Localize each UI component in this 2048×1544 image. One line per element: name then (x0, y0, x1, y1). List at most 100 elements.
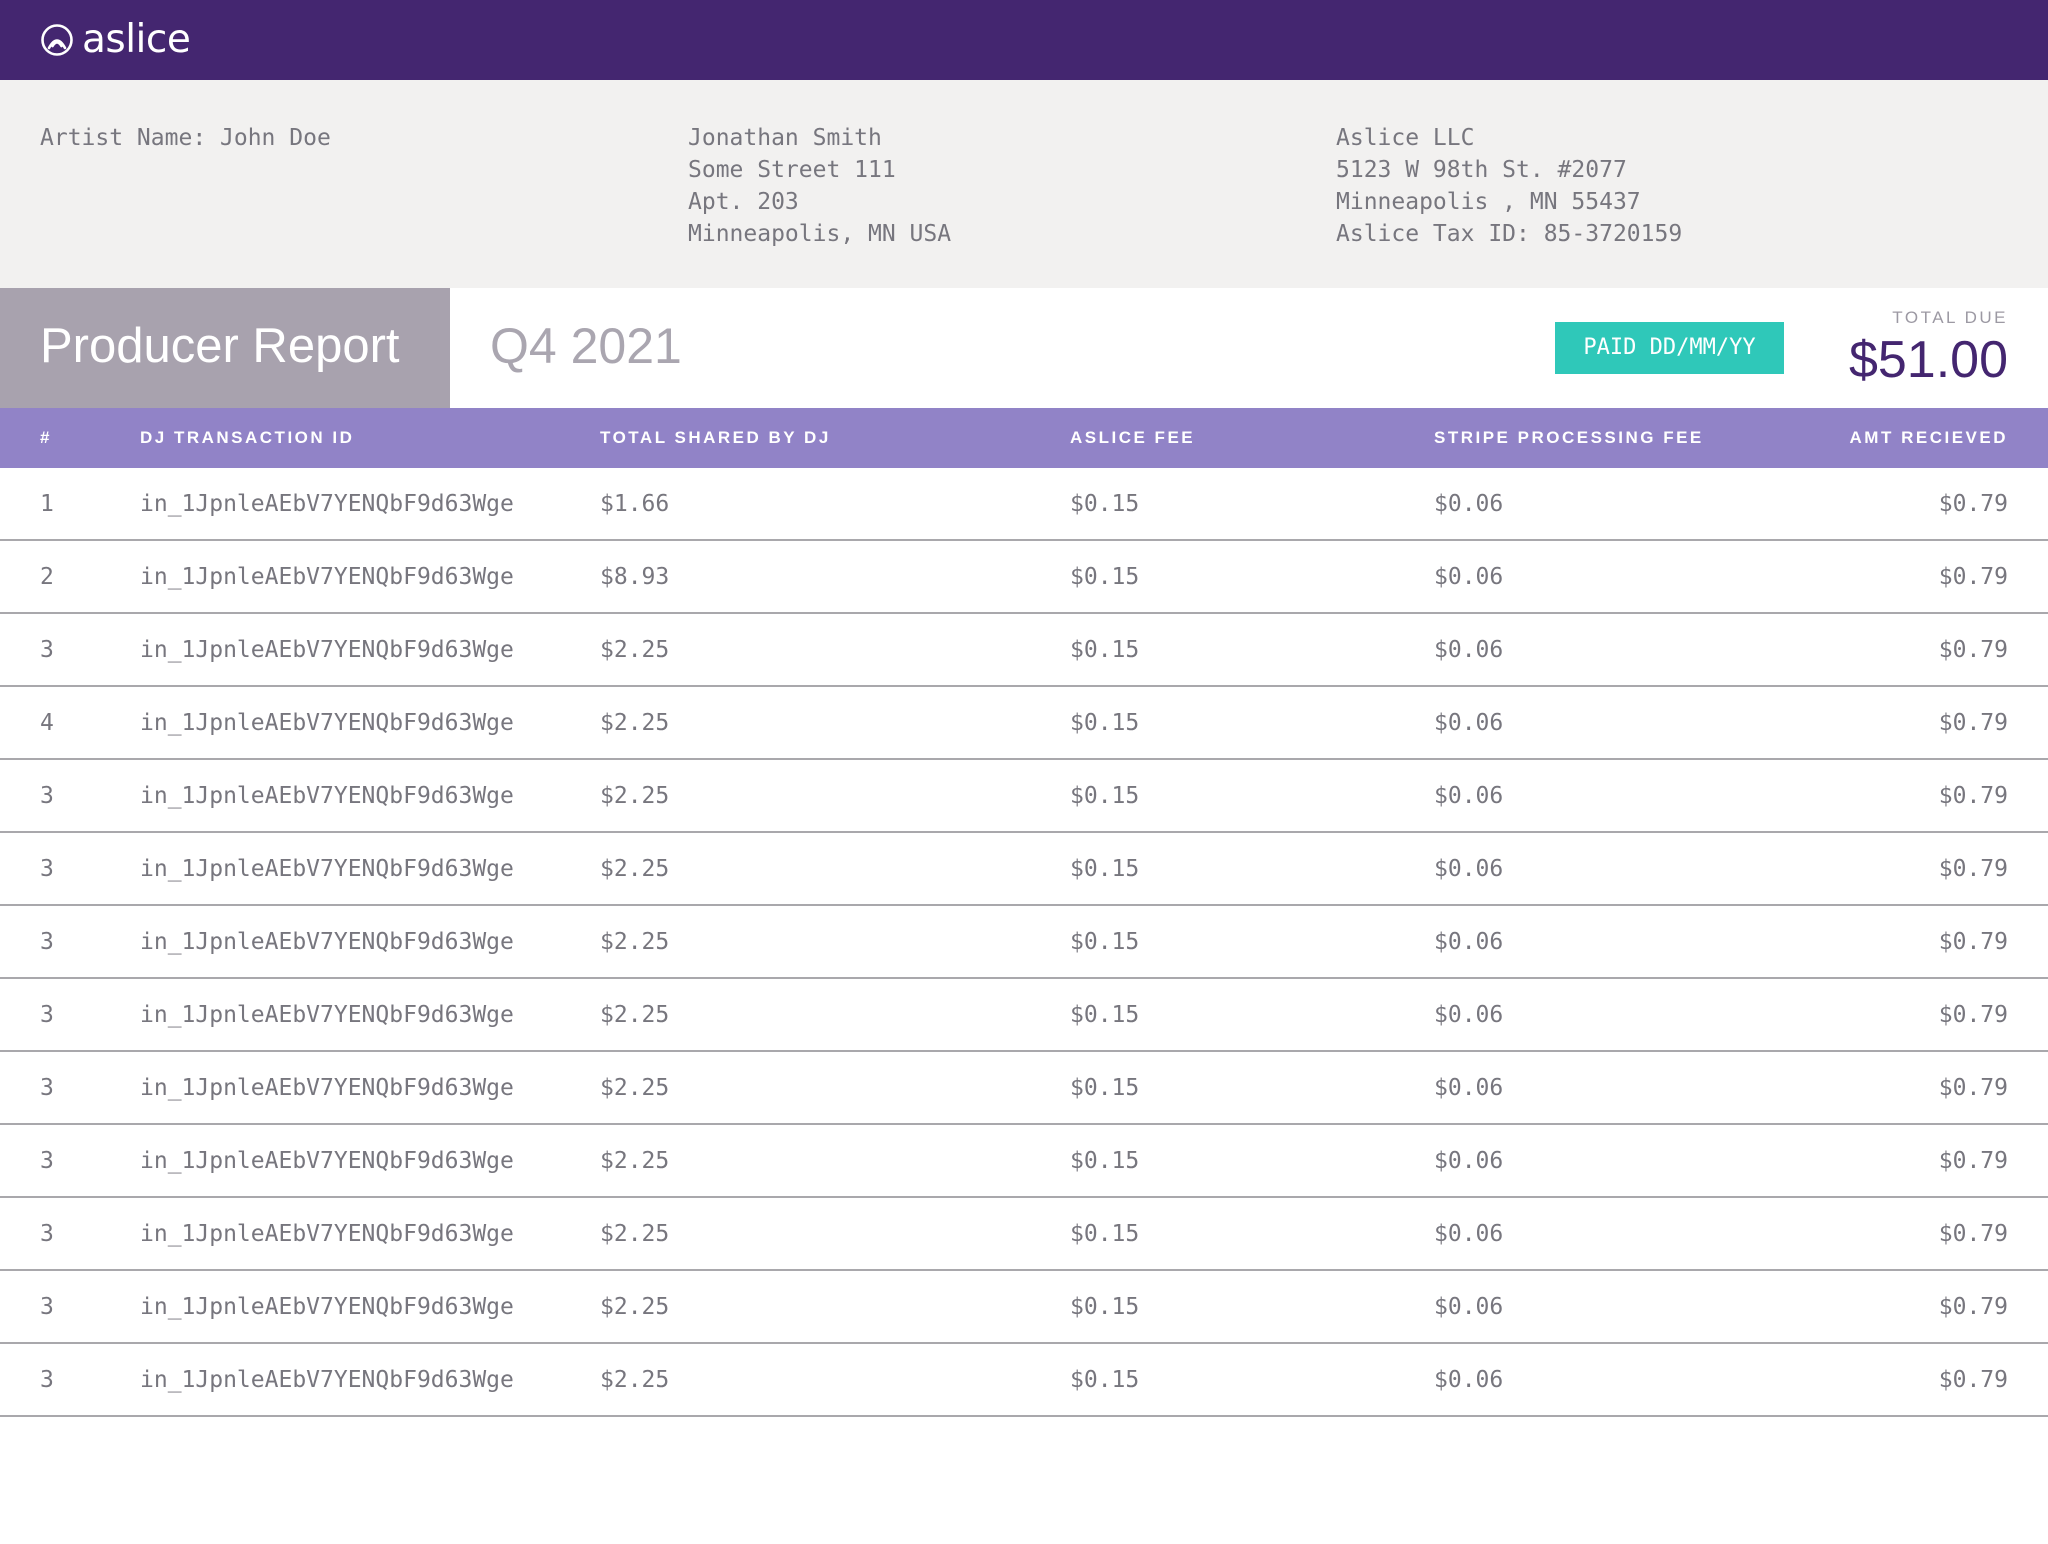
cell-number: 3 (40, 929, 54, 955)
cell-transaction-id: in_1JpnleAEbV7YENQbF9d63Wge (140, 1221, 514, 1247)
cell-stripe-fee: $0.06 (1434, 637, 1504, 663)
cell-aslice-fee: $0.15 (1070, 1221, 1140, 1247)
cell-stripe-fee: $0.06 (1434, 491, 1504, 517)
cell-amount-received: $0.79 (1938, 1294, 2008, 1320)
cell-aslice-fee: $0.15 (1070, 1367, 1140, 1393)
cell-number: 3 (40, 783, 54, 809)
table-row: 2 in_1JpnleAEbV7YENQbF9d63Wge $8.93 $0.1… (0, 541, 2048, 614)
cell-aslice-fee: $0.15 (1070, 1294, 1140, 1320)
cell-number: 2 (40, 564, 54, 590)
cell-number: 3 (40, 1367, 54, 1393)
cell-amount-received: $0.79 (1938, 1148, 2008, 1174)
cell-amount-received: $0.79 (1938, 637, 2008, 663)
cell-transaction-id: in_1JpnleAEbV7YENQbF9d63Wge (140, 1148, 514, 1174)
report-period: Q4 2021 (490, 318, 682, 374)
cell-number: 3 (40, 856, 54, 882)
cell-total-shared: $1.66 (600, 491, 670, 517)
total-due-amount: $51.00 (1848, 331, 2008, 389)
cell-stripe-fee: $0.06 (1434, 783, 1504, 809)
brand-logo[interactable]: aslice (40, 12, 191, 68)
column-header-stripe-fee: STRIPE PROCESSING FEE (1434, 428, 1704, 447)
cell-total-shared: $2.25 (600, 1294, 670, 1320)
cell-total-shared: $2.25 (600, 1002, 670, 1028)
cell-amount-received: $0.79 (1938, 1367, 2008, 1393)
top-bar: aslice (0, 0, 2048, 80)
aslice-logo-icon (40, 23, 74, 57)
cell-amount-received: $0.79 (1938, 710, 2008, 736)
column-header-amount-received: AMT RECIEVED (1849, 428, 2008, 447)
column-header-aslice-fee: ASLICE FEE (1070, 428, 1196, 447)
cell-stripe-fee: $0.06 (1434, 929, 1504, 955)
cell-total-shared: $2.25 (600, 1148, 670, 1174)
cell-transaction-id: in_1JpnleAEbV7YENQbF9d63Wge (140, 491, 514, 517)
cell-aslice-fee: $0.15 (1070, 1148, 1140, 1174)
payee-street: Some Street 111 (688, 157, 896, 183)
table-row: 3 in_1JpnleAEbV7YENQbF9d63Wge $2.25 $0.1… (0, 1198, 2048, 1271)
report-title: Producer Report (40, 319, 400, 373)
cell-stripe-fee: $0.06 (1434, 856, 1504, 882)
paid-status-badge: PAID DD/MM/YY (1555, 322, 1784, 374)
artist-info: Artist Name: John Doe (40, 122, 331, 154)
cell-amount-received: $0.79 (1938, 564, 2008, 590)
cell-stripe-fee: $0.06 (1434, 710, 1504, 736)
total-due-label: TOTAL DUE (1892, 308, 2008, 327)
cell-stripe-fee: $0.06 (1434, 1002, 1504, 1028)
cell-number: 4 (40, 710, 54, 736)
cell-transaction-id: in_1JpnleAEbV7YENQbF9d63Wge (140, 1075, 514, 1101)
company-tax-id: Aslice Tax ID: 85-3720159 (1336, 221, 1683, 247)
payee-apt: Apt. 203 (688, 189, 799, 215)
cell-stripe-fee: $0.06 (1434, 1075, 1504, 1101)
report-title-box: Producer Report (0, 288, 450, 408)
table-row: 3 in_1JpnleAEbV7YENQbF9d63Wge $2.25 $0.1… (0, 1271, 2048, 1344)
cell-aslice-fee: $0.15 (1070, 710, 1140, 736)
company-address: Aslice LLC 5123 W 98th St. #2077 Minneap… (1336, 122, 1682, 250)
cell-transaction-id: in_1JpnleAEbV7YENQbF9d63Wge (140, 929, 514, 955)
cell-amount-received: $0.79 (1938, 1221, 2008, 1247)
table-row: 3 in_1JpnleAEbV7YENQbF9d63Wge $2.25 $0.1… (0, 1052, 2048, 1125)
table-row: 3 in_1JpnleAEbV7YENQbF9d63Wge $2.25 $0.1… (0, 614, 2048, 687)
cell-aslice-fee: $0.15 (1070, 637, 1140, 663)
cell-number: 3 (40, 1148, 54, 1174)
cell-total-shared: $2.25 (600, 1367, 670, 1393)
cell-stripe-fee: $0.06 (1434, 564, 1504, 590)
company-street: 5123 W 98th St. #2077 (1336, 157, 1627, 183)
cell-amount-received: $0.79 (1938, 856, 2008, 882)
table-row: 3 in_1JpnleAEbV7YENQbF9d63Wge $2.25 $0.1… (0, 906, 2048, 979)
column-header-number: # (40, 428, 52, 447)
cell-aslice-fee: $0.15 (1070, 1002, 1140, 1028)
cell-aslice-fee: $0.15 (1070, 1075, 1140, 1101)
payee-city: Minneapolis, MN USA (688, 221, 952, 247)
table-row: 3 in_1JpnleAEbV7YENQbF9d63Wge $2.25 $0.1… (0, 833, 2048, 906)
cell-total-shared: $2.25 (600, 929, 670, 955)
cell-amount-received: $0.79 (1938, 1075, 2008, 1101)
payee-name: Jonathan Smith (688, 125, 882, 151)
cell-total-shared: $2.25 (600, 710, 670, 736)
artist-name-line: Artist Name: John Doe (40, 125, 331, 151)
cell-number: 3 (40, 1294, 54, 1320)
cell-amount-received: $0.79 (1938, 783, 2008, 809)
cell-transaction-id: in_1JpnleAEbV7YENQbF9d63Wge (140, 564, 514, 590)
cell-transaction-id: in_1JpnleAEbV7YENQbF9d63Wge (140, 637, 514, 663)
cell-transaction-id: in_1JpnleAEbV7YENQbF9d63Wge (140, 1367, 514, 1393)
cell-total-shared: $8.93 (600, 564, 670, 590)
cell-amount-received: $0.79 (1938, 1002, 2008, 1028)
table-row: 1 in_1JpnleAEbV7YENQbF9d63Wge $1.66 $0.1… (0, 468, 2048, 541)
transactions-table-header: # DJ TRANSACTION ID TOTAL SHARED BY DJ A… (0, 408, 2048, 468)
table-row: 3 in_1JpnleAEbV7YENQbF9d63Wge $2.25 $0.1… (0, 1344, 2048, 1417)
cell-number: 1 (40, 491, 54, 517)
cell-aslice-fee: $0.15 (1070, 856, 1140, 882)
address-section: Artist Name: John Doe Jonathan Smith Som… (0, 80, 2048, 288)
cell-aslice-fee: $0.15 (1070, 564, 1140, 590)
payee-address: Jonathan Smith Some Street 111 Apt. 203 … (688, 122, 951, 250)
table-row: 4 in_1JpnleAEbV7YENQbF9d63Wge $2.25 $0.1… (0, 687, 2048, 760)
cell-transaction-id: in_1JpnleAEbV7YENQbF9d63Wge (140, 710, 514, 736)
cell-amount-received: $0.79 (1938, 491, 2008, 517)
cell-aslice-fee: $0.15 (1070, 929, 1140, 955)
cell-stripe-fee: $0.06 (1434, 1148, 1504, 1174)
cell-total-shared: $2.25 (600, 1075, 670, 1101)
cell-aslice-fee: $0.15 (1070, 783, 1140, 809)
cell-aslice-fee: $0.15 (1070, 491, 1140, 517)
company-name: Aslice LLC (1336, 125, 1475, 151)
transactions-table-body: 1 in_1JpnleAEbV7YENQbF9d63Wge $1.66 $0.1… (0, 468, 2048, 1417)
table-row: 3 in_1JpnleAEbV7YENQbF9d63Wge $2.25 $0.1… (0, 760, 2048, 833)
